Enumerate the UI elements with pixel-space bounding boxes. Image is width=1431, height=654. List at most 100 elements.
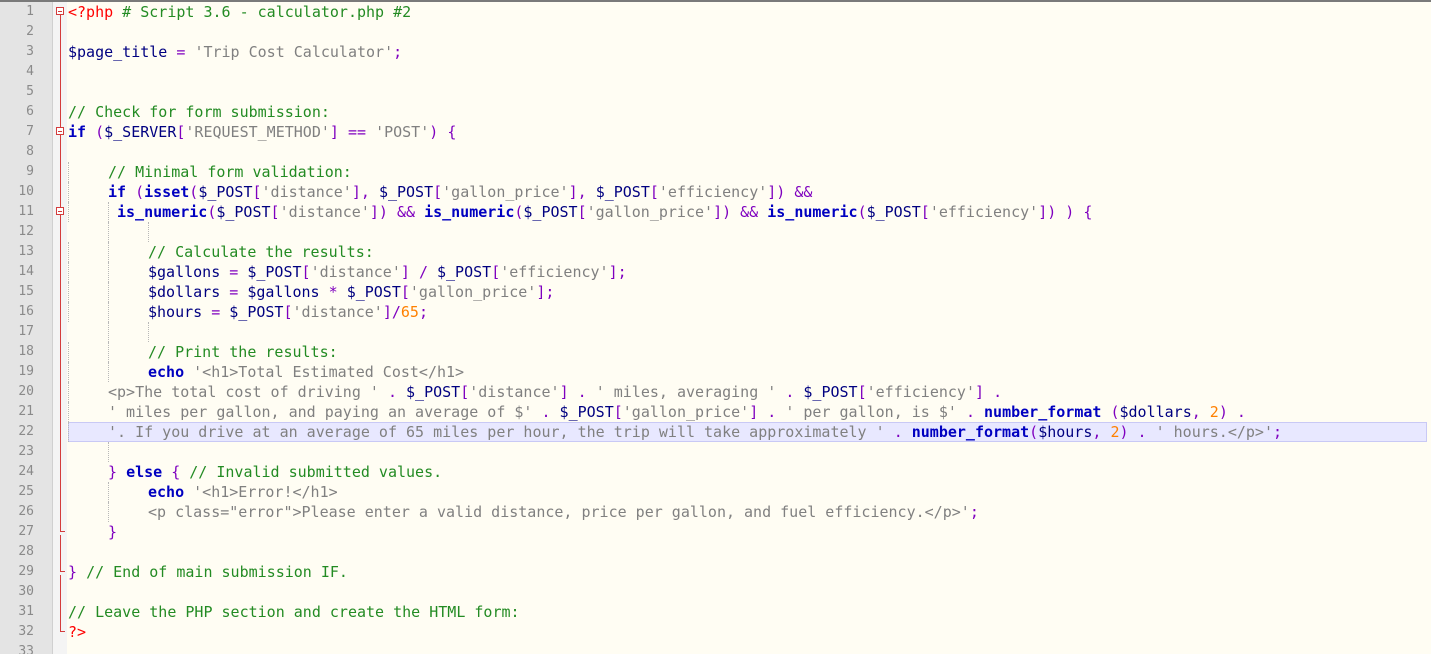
code-text[interactable]: } // End of main submission IF. bbox=[68, 562, 1427, 582]
code-text[interactable] bbox=[68, 442, 1427, 462]
code-line[interactable]: 26 <p class="error">Please enter a valid… bbox=[0, 502, 1431, 522]
code-text[interactable]: is_numeric($_POST['distance']) && is_num… bbox=[68, 202, 1427, 222]
code-text[interactable]: <p class="error">Please enter a valid di… bbox=[68, 502, 1427, 522]
code-line[interactable]: 29 } // End of main submission IF. bbox=[0, 562, 1431, 582]
fold-line bbox=[53, 22, 67, 42]
code-text[interactable]: $dollars = $gallons * $_POST['gallon_pri… bbox=[68, 282, 1427, 302]
code-line-active[interactable]: 22 '. If you drive at an average of 65 m… bbox=[0, 422, 1431, 442]
fold-line bbox=[53, 262, 67, 282]
code-line[interactable]: 14 $gallons = $_POST['distance'] / $_POS… bbox=[0, 262, 1431, 282]
code-text[interactable]: $gallons = $_POST['distance'] / $_POST['… bbox=[68, 262, 1427, 282]
code-line[interactable]: 8 bbox=[0, 142, 1431, 162]
fold-toggle-icon[interactable] bbox=[53, 202, 67, 222]
code-text[interactable]: $hours = $_POST['distance']/65; bbox=[68, 302, 1427, 322]
code-text[interactable]: } bbox=[68, 522, 1427, 542]
code-line[interactable]: 4 bbox=[0, 62, 1431, 82]
code-text[interactable]: } else { // Invalid submitted values. bbox=[68, 462, 1427, 482]
line-number: 23 bbox=[18, 444, 34, 459]
code-line[interactable]: 13 // Calculate the results: bbox=[0, 242, 1431, 262]
code-text[interactable]: '. If you drive at an average of 65 mile… bbox=[68, 422, 1427, 442]
fold-line bbox=[53, 282, 67, 302]
code-text[interactable]: ' miles per gallon, and paying an averag… bbox=[68, 402, 1427, 422]
code-line[interactable]: 9 // Minimal form validation: bbox=[0, 162, 1431, 182]
code-line[interactable]: 30 bbox=[0, 582, 1431, 602]
line-number: 30 bbox=[18, 584, 34, 599]
fold-end-marker bbox=[53, 562, 67, 582]
line-number: 20 bbox=[18, 384, 34, 399]
fold-end-marker bbox=[53, 522, 67, 542]
code-line[interactable]: 6 // Check for form submission: bbox=[0, 102, 1431, 122]
code-line[interactable]: 28 bbox=[0, 542, 1431, 562]
fold-line bbox=[53, 82, 67, 102]
fold-line bbox=[53, 162, 67, 182]
code-text[interactable]: if (isset($_POST['distance'], $_POST['ga… bbox=[68, 182, 1427, 202]
code-line[interactable]: 1 <?php # Script 3.6 - calculator.php #2 bbox=[0, 2, 1431, 22]
code-line[interactable]: 23 bbox=[0, 442, 1431, 462]
code-text[interactable] bbox=[68, 542, 1427, 562]
code-text[interactable]: if ($_SERVER['REQUEST_METHOD'] == 'POST'… bbox=[68, 122, 1427, 142]
code-line[interactable]: 17 bbox=[0, 322, 1431, 342]
code-text[interactable] bbox=[68, 82, 1427, 102]
fold-toggle-icon[interactable] bbox=[53, 122, 67, 142]
code-line[interactable]: 10 if (isset($_POST['distance'], $_POST[… bbox=[0, 182, 1431, 202]
fold-line bbox=[53, 242, 67, 262]
fold-toggle-icon[interactable] bbox=[53, 2, 67, 22]
code-text[interactable] bbox=[68, 642, 1427, 654]
line-number: 21 bbox=[18, 404, 34, 419]
code-text[interactable]: <p>The total cost of driving ' . $_POST[… bbox=[68, 382, 1427, 402]
line-number: 29 bbox=[18, 564, 34, 579]
fold-line bbox=[53, 542, 67, 562]
fold-line bbox=[53, 302, 67, 322]
code-line[interactable]: 32 ?> bbox=[0, 622, 1431, 642]
code-text[interactable]: // Calculate the results: bbox=[68, 242, 1427, 262]
code-line[interactable]: 7 if ($_SERVER['REQUEST_METHOD'] == 'POS… bbox=[0, 122, 1431, 142]
line-number: 8 bbox=[26, 144, 34, 159]
fold-line bbox=[53, 382, 67, 402]
code-text[interactable] bbox=[68, 322, 1427, 342]
code-text[interactable] bbox=[68, 222, 1427, 242]
code-line[interactable]: 31 // Leave the PHP section and create t… bbox=[0, 602, 1431, 622]
code-text[interactable]: // Minimal form validation: bbox=[68, 162, 1427, 182]
code-line[interactable]: 12 bbox=[0, 222, 1431, 242]
fold-line bbox=[53, 42, 67, 62]
code-line[interactable]: 2 bbox=[0, 22, 1431, 42]
fold-line bbox=[53, 102, 67, 122]
code-line[interactable]: 25 echo '<h1>Error!</h1> bbox=[0, 482, 1431, 502]
fold-line bbox=[53, 322, 67, 342]
code-text[interactable]: // Check for form submission: bbox=[68, 102, 1427, 122]
code-line[interactable]: 18 // Print the results: bbox=[0, 342, 1431, 362]
code-line[interactable]: 15 $dollars = $gallons * $_POST['gallon_… bbox=[0, 282, 1431, 302]
code-line[interactable]: 24 } else { // Invalid submitted values. bbox=[0, 462, 1431, 482]
code-text[interactable] bbox=[68, 62, 1427, 82]
code-text[interactable] bbox=[68, 582, 1427, 602]
fold-line bbox=[53, 462, 67, 482]
code-line[interactable]: 21 ' miles per gallon, and paying an ave… bbox=[0, 402, 1431, 422]
code-text[interactable]: $page_title = 'Trip Cost Calculator'; bbox=[68, 42, 1427, 62]
code-text[interactable]: echo '<h1>Total Estimated Cost</h1> bbox=[68, 362, 1427, 382]
code-editor[interactable]: 1 <?php # Script 3.6 - calculator.php #2… bbox=[0, 0, 1431, 654]
code-text[interactable]: ?> bbox=[68, 622, 1427, 642]
line-number: 33 bbox=[18, 644, 34, 654]
fold-line bbox=[53, 602, 67, 622]
fold-line bbox=[53, 502, 67, 522]
code-line[interactable]: 5 bbox=[0, 82, 1431, 102]
code-line[interactable]: 19 echo '<h1>Total Estimated Cost</h1> bbox=[0, 362, 1431, 382]
code-text[interactable]: <?php # Script 3.6 - calculator.php #2 bbox=[68, 2, 1427, 22]
code-text[interactable]: echo '<h1>Error!</h1> bbox=[68, 482, 1427, 502]
code-text[interactable] bbox=[68, 22, 1427, 42]
code-line[interactable]: 3 $page_title = 'Trip Cost Calculator'; bbox=[0, 42, 1431, 62]
fold-line bbox=[53, 582, 67, 602]
code-text[interactable]: // Print the results: bbox=[68, 342, 1427, 362]
line-number: 2 bbox=[26, 24, 34, 39]
line-number: 13 bbox=[18, 244, 34, 259]
code-line[interactable]: 20 <p>The total cost of driving ' . $_PO… bbox=[0, 382, 1431, 402]
code-line[interactable]: 33 bbox=[0, 642, 1431, 654]
code-line[interactable]: 27 } bbox=[0, 522, 1431, 542]
code-line[interactable]: 11 is_numeric($_POST['distance']) && is_… bbox=[0, 202, 1431, 222]
line-number: 11 bbox=[18, 204, 34, 219]
line-number: 22 bbox=[18, 424, 34, 439]
code-text[interactable]: // Leave the PHP section and create the … bbox=[68, 602, 1427, 622]
line-number: 6 bbox=[26, 104, 34, 119]
code-text[interactable] bbox=[68, 142, 1427, 162]
code-line[interactable]: 16 $hours = $_POST['distance']/65; bbox=[0, 302, 1431, 322]
